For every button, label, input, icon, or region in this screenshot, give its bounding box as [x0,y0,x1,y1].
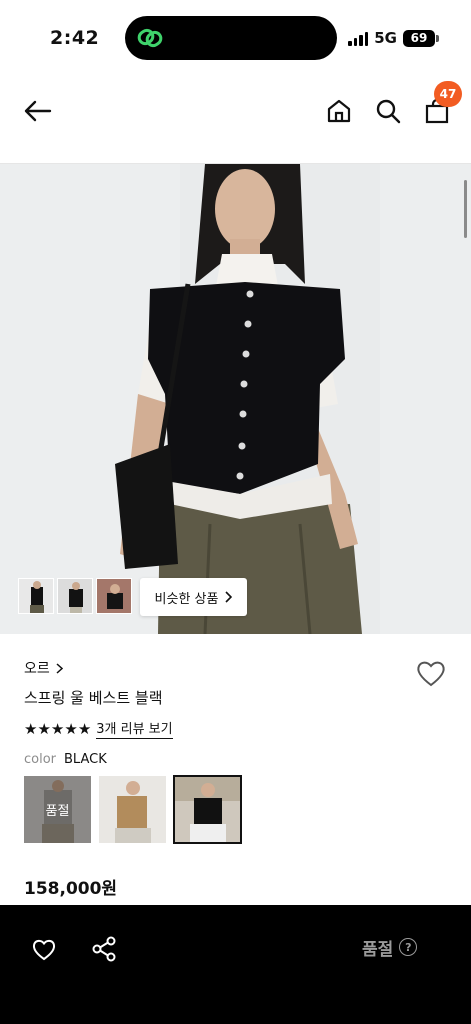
product-photo [0,164,471,634]
review-link[interactable]: 3개 리뷰 보기 [96,718,173,739]
app-header [0,76,471,164]
star-icon: ★ [64,719,77,738]
sold-out-overlay: 품절 [24,776,91,843]
scroll-indicator [464,180,467,238]
similar-products-label: 비슷한 상품 [154,591,219,607]
similar-products-button[interactable]: 비슷한 상품 [140,578,247,616]
thumbnail-1[interactable] [18,578,54,614]
color-swatches: 품절 [24,775,242,844]
signal-icon [348,30,369,46]
question-circle-icon[interactable]: ? [399,938,418,956]
home-button[interactable] [322,94,356,128]
star-icon: ★ [37,719,50,738]
star-icon: ★ [24,719,37,738]
arrow-left-icon [24,100,52,122]
search-button[interactable] [371,94,405,128]
color-swatch-black[interactable] [173,775,242,844]
color-label: color [24,752,57,767]
wishlist-button[interactable] [414,656,448,690]
battery-icon: 69 [403,29,439,47]
sold-out-button[interactable]: 품절 ? [362,933,418,961]
status-time: 2:42 [50,27,100,49]
heart-icon [32,939,56,961]
color-value: BLACK [64,752,107,767]
product-image-gallery[interactable]: 비슷한 상품 [0,164,471,634]
sold-out-label: 품절 [362,939,394,960]
rating-stars: ★ ★ ★ ★ ★ [24,719,91,738]
rating-row: ★ ★ ★ ★ ★ 3개 리뷰 보기 [24,718,173,739]
color-row: color BLACK [24,752,107,767]
share-icon [92,936,116,962]
thumbnail-strip [18,578,132,614]
thumbnail-3[interactable] [96,578,132,614]
status-indicators: 5G 69 [348,28,439,48]
home-icon [327,99,351,123]
share-button[interactable] [84,929,124,969]
product-price: 158,000원 [24,879,118,899]
brand-name: 오르 [24,661,50,677]
bottom-action-bar: 품절 ? [0,905,471,1024]
network-label: 5G [374,29,397,47]
back-button[interactable] [20,94,54,128]
bottom-wishlist-button[interactable] [24,929,64,969]
chevron-right-icon [56,662,63,674]
battery-level: 69 [410,31,428,45]
cart-badge: 47 [434,81,462,107]
link-app-icon [137,28,163,48]
star-icon: ★ [50,719,64,738]
color-swatch-grey[interactable]: 품절 [24,776,91,843]
star-icon: ★ [77,719,91,738]
brand-link[interactable]: 오르 [24,658,63,678]
dynamic-island [125,16,337,60]
status-bar: 2:42 5G 69 [0,0,471,76]
product-name: 스프링 울 베스트 블랙 [24,689,163,707]
chevron-right-icon [225,591,233,603]
color-swatch-beige[interactable] [99,776,166,843]
thumbnail-2[interactable] [57,578,93,614]
heart-icon [417,661,445,687]
search-icon [376,99,401,124]
